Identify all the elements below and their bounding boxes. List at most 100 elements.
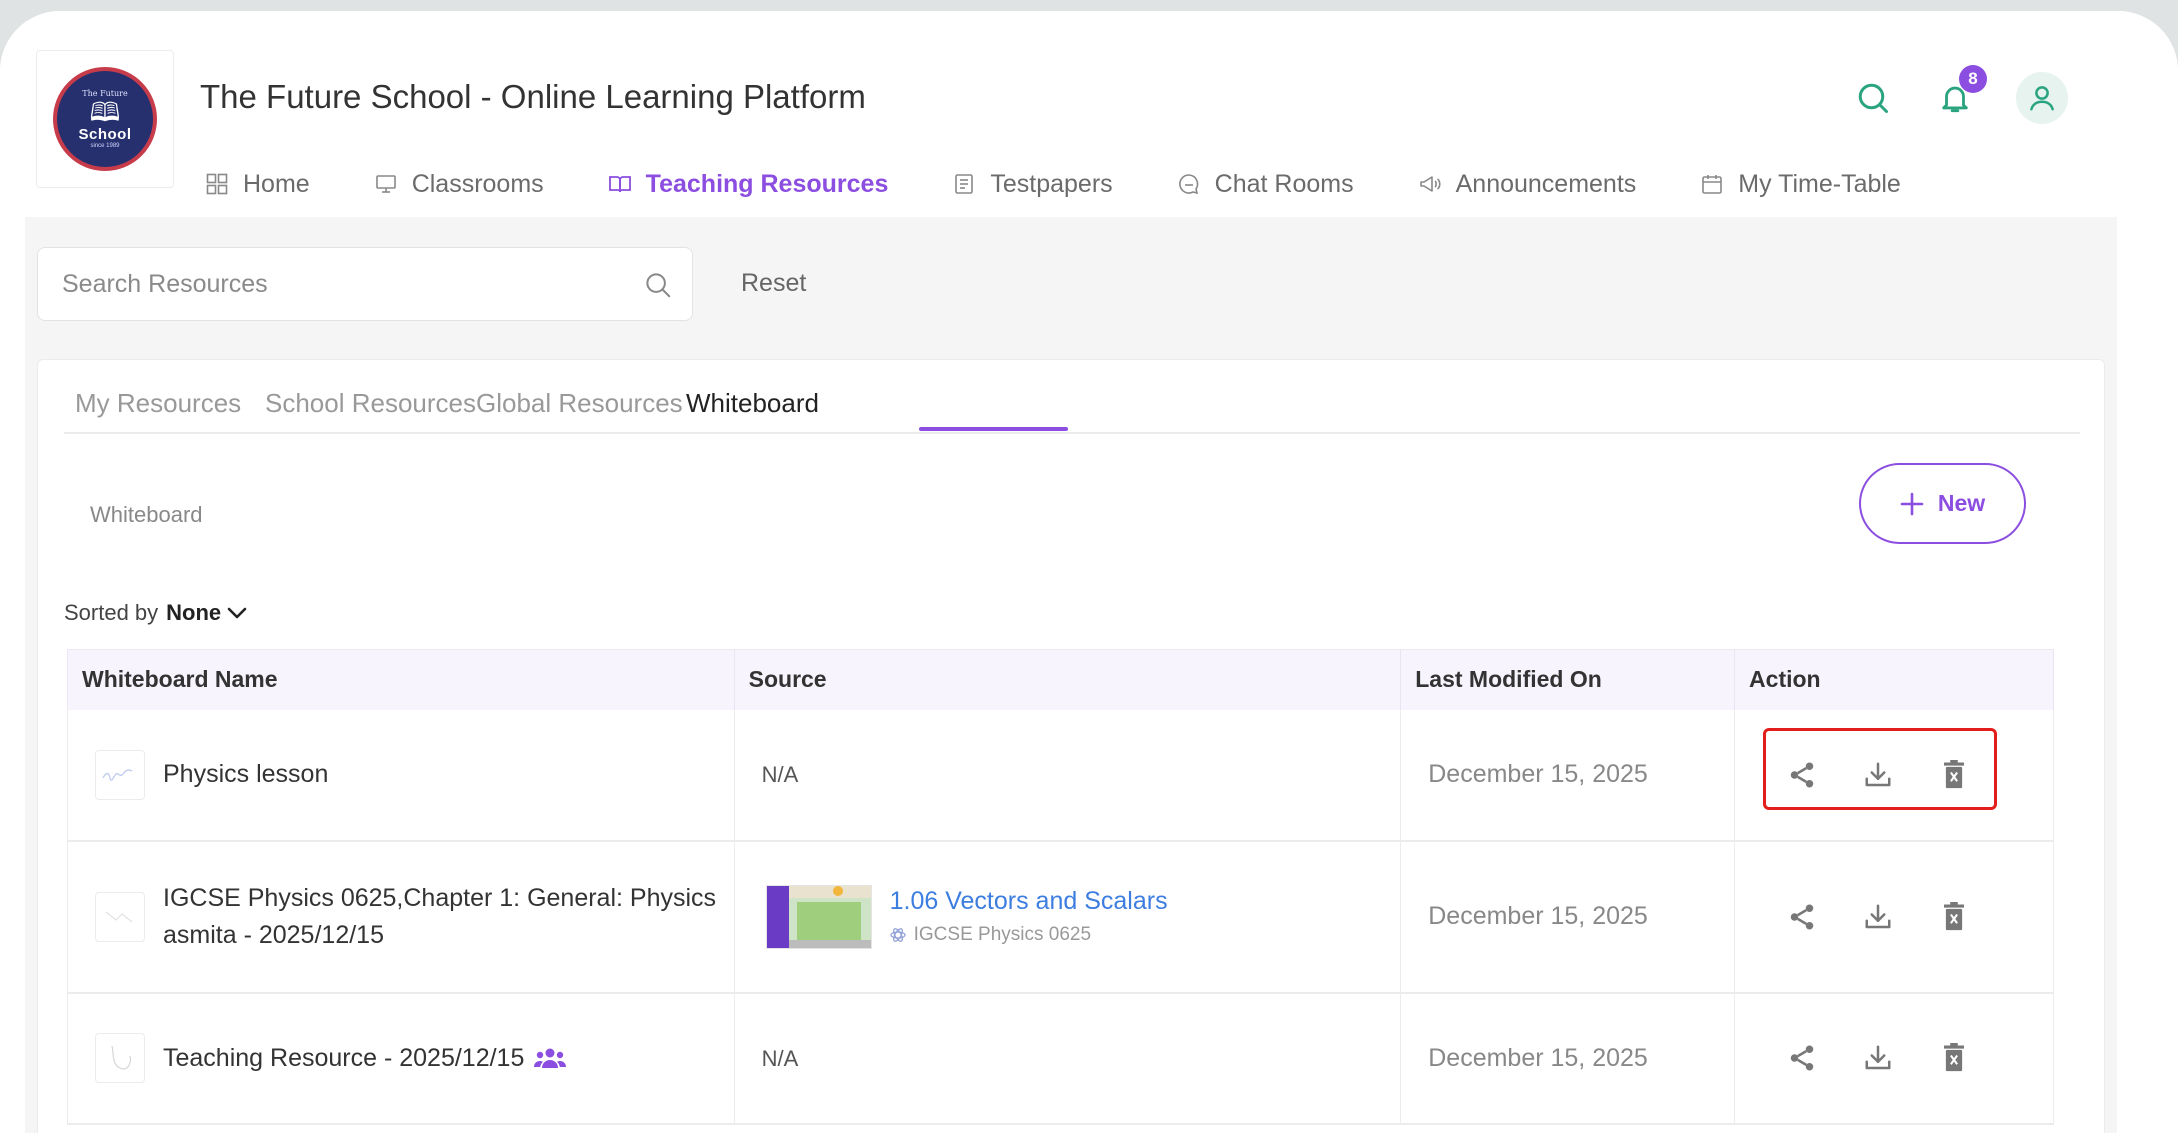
nav-announcements[interactable]: Announcements: [1418, 169, 1637, 199]
search-input[interactable]: [62, 248, 622, 320]
chevron-down-icon: [227, 607, 247, 619]
nav-classrooms[interactable]: Classrooms: [374, 170, 544, 199]
user-avatar-button[interactable]: [2016, 72, 2068, 124]
source-thumbnail[interactable]: [765, 884, 872, 949]
nav-my-time-table-label: My Time-Table: [1738, 169, 1901, 198]
whiteboard-table: Whiteboard Name Source Last Modified On …: [67, 649, 2054, 1125]
megaphone-icon: [1418, 172, 1442, 196]
column-header-action: Action: [1734, 649, 2054, 710]
row-actions: [1735, 901, 2053, 932]
nav-chat-rooms-label: Chat Rooms: [1214, 169, 1354, 198]
delete-button[interactable]: [1939, 759, 1969, 790]
resources-card: My Resources School Resources Global Res…: [37, 359, 2105, 1133]
download-button[interactable]: [1863, 1043, 1893, 1073]
delete-button[interactable]: [1939, 901, 1969, 932]
user-icon: [2030, 86, 2054, 111]
share-icon: [1790, 762, 1814, 787]
share-button[interactable]: [1787, 760, 1817, 790]
nav-home[interactable]: Home: [205, 170, 310, 199]
table-row[interactable]: IGCSE Physics 0625,Chapter 1: General: P…: [67, 840, 2054, 994]
column-header-name: Whiteboard Name: [67, 649, 735, 710]
download-icon: [1865, 904, 1891, 928]
source-link[interactable]: 1.06 Vectors and Scalars: [890, 887, 1168, 916]
whiteboard-name-cell: Teaching Resource - 2025/12/15: [68, 1033, 734, 1083]
trash-icon: [1944, 901, 1965, 930]
active-tab-indicator: [919, 427, 1068, 431]
logo-emblem: The Future 🕮 School since 1989: [53, 67, 157, 171]
whiteboard-thumbnail: [95, 749, 145, 800]
tab-my-resources[interactable]: My Resources: [75, 388, 241, 419]
nav-teaching-resources-label: Teaching Resources: [645, 169, 889, 198]
tab-school-resources[interactable]: School Resources: [265, 388, 476, 419]
notifications-button[interactable]: 8: [1928, 65, 1987, 125]
document-icon: [952, 172, 976, 196]
share-button[interactable]: [1787, 1043, 1817, 1073]
resource-tabs: My Resources School Resources Global Res…: [64, 360, 2080, 434]
column-header-source: Source: [734, 649, 1402, 710]
source-value: N/A: [761, 1045, 799, 1071]
table-row[interactable]: Physics lesson N/A December 15, 2025: [67, 709, 2054, 842]
app-title: The Future School - Online Learning Plat…: [200, 78, 866, 115]
chat-icon: [1177, 172, 1201, 196]
source-info: 1.06 Vectors and Scalars IGCSE Physics 0…: [890, 887, 1168, 946]
table-row[interactable]: Teaching Resource - 2025/12/15 N/A Decem…: [67, 992, 2054, 1125]
share-button[interactable]: [1787, 902, 1817, 932]
app-header: The Future 🕮 School since 1989 The Futur…: [0, 11, 2178, 216]
nav-announcements-label: Announcements: [1455, 169, 1637, 198]
modified-date: December 15, 2025: [1428, 760, 1648, 788]
logo-school-text: School: [78, 126, 132, 143]
main-content: Reset My Resources School Resources Glob…: [25, 217, 2117, 1133]
search-icon: [1858, 83, 1888, 113]
download-button[interactable]: [1863, 902, 1893, 932]
row-actions: [1735, 1043, 2053, 1073]
school-logo[interactable]: The Future 🕮 School since 1989: [36, 50, 174, 188]
book-icon: [608, 172, 632, 196]
plus-icon: [1900, 492, 1924, 515]
search-box: [37, 247, 693, 321]
source-cell: 1.06 Vectors and Scalars IGCSE Physics 0…: [735, 884, 1401, 949]
main-nav: Home Classrooms Teaching Resources Testp…: [205, 159, 1901, 209]
whiteboard-name[interactable]: IGCSE Physics 0625,Chapter 1: General: P…: [163, 880, 716, 954]
new-whiteboard-button[interactable]: New: [1859, 463, 2026, 544]
sketch-thumbnail-icon: [105, 911, 133, 922]
delete-button[interactable]: [1939, 1043, 1969, 1073]
nav-testpapers[interactable]: Testpapers: [952, 169, 1113, 199]
nav-classrooms-label: Classrooms: [411, 169, 544, 198]
search-icon: [646, 273, 671, 298]
tab-global-resources[interactable]: Global Resources: [476, 388, 683, 419]
search-submit-button[interactable]: [643, 270, 673, 300]
sketch-thumbnail-icon: [111, 1045, 132, 1070]
whiteboard-name-cell: Physics lesson: [68, 749, 734, 800]
reset-button[interactable]: Reset: [741, 269, 806, 298]
tab-whiteboard[interactable]: Whiteboard: [686, 388, 819, 419]
whiteboard-name-line2: asmita - 2025/12/15: [163, 920, 384, 949]
whiteboard-name[interactable]: Physics lesson: [163, 756, 328, 793]
calendar-icon: [1700, 172, 1724, 196]
share-icon: [1790, 904, 1814, 929]
grid-icon: [205, 172, 229, 196]
whiteboard-name-line1: IGCSE Physics 0625,Chapter 1: General: P…: [163, 883, 717, 912]
source-value: N/A: [761, 762, 799, 787]
whiteboard-name[interactable]: Teaching Resource - 2025/12/15: [163, 1040, 524, 1077]
nav-teaching-resources[interactable]: Teaching Resources: [608, 169, 889, 199]
whiteboard-thumbnail: [95, 891, 145, 942]
trash-icon: [1944, 759, 1965, 788]
sort-label: Sorted by: [64, 600, 159, 625]
nav-home-label: Home: [243, 169, 310, 198]
monitor-icon: [374, 172, 398, 196]
nav-my-time-table[interactable]: My Time-Table: [1700, 170, 1901, 199]
nav-testpapers-label: Testpapers: [990, 169, 1113, 198]
new-button-label: New: [1937, 490, 1986, 516]
trash-icon: [1944, 1043, 1965, 1072]
table-header-row: Whiteboard Name Source Last Modified On …: [67, 649, 2054, 710]
nav-chat-rooms[interactable]: Chat Rooms: [1177, 170, 1354, 199]
users-group-icon: [534, 1048, 567, 1068]
header-search-button[interactable]: [1846, 71, 1900, 125]
download-button[interactable]: [1863, 760, 1893, 790]
download-icon: [1865, 762, 1891, 786]
sort-dropdown[interactable]: None: [166, 600, 247, 626]
notification-badge: 8: [1959, 65, 1987, 93]
modified-date: December 15, 2025: [1428, 902, 1648, 930]
logo-bottom-text: since 1989: [90, 143, 120, 149]
book-emblem-icon: 🕮: [89, 97, 121, 127]
